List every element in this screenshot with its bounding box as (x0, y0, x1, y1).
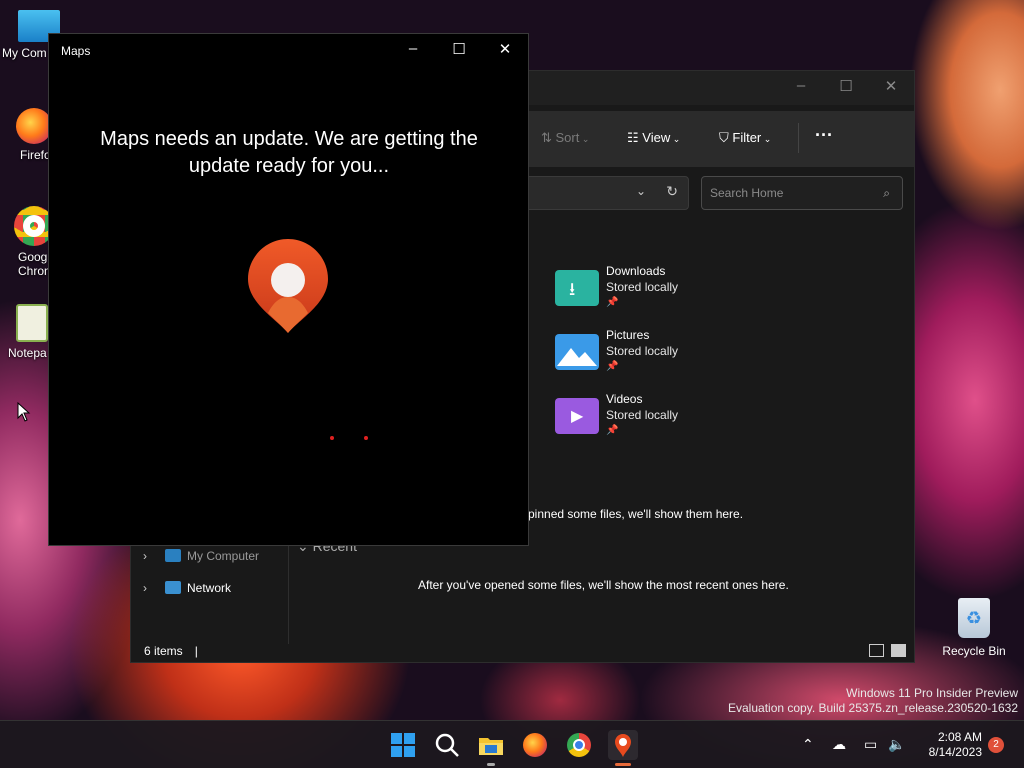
explorer-running-indicator (487, 763, 495, 766)
filter-button[interactable]: ⛉ Filter ⌄ (719, 130, 771, 146)
taskbar-chrome[interactable] (564, 730, 594, 760)
folder-icon (479, 738, 503, 755)
maps-pin-icon (615, 734, 631, 757)
chevron-down-icon[interactable]: ⌄ (636, 184, 646, 198)
cloud-offline-icon[interactable]: ☁ (832, 736, 846, 753)
quick-access-folder-downloads[interactable]: ⭳ Downloads Stored locally 📌 (555, 264, 755, 316)
more-options-button[interactable]: ··· (815, 125, 833, 146)
details-view-icon[interactable] (869, 644, 884, 657)
taskbar-file-explorer[interactable] (476, 730, 506, 760)
taskbar: ⌃ ☁ ▭ 🔈 2:08 AM 8/14/2023 2 (0, 720, 1024, 768)
desktop-icon-recycle-bin[interactable]: ♻ Recycle Bin (938, 598, 1010, 658)
pin-icon: 📌 (606, 297, 619, 308)
toolbar-divider (798, 123, 799, 153)
volume-icon[interactable]: 🔈 (888, 736, 905, 753)
recycle-bin-icon: ♻ (958, 598, 990, 638)
maps-window-title: Maps (61, 44, 91, 58)
maps-pin-logo-icon (248, 239, 328, 333)
pinned-files-message: pinned some files, we'll show them here. (528, 507, 744, 521)
pin-icon: 📌 (606, 425, 619, 436)
taskbar-maps[interactable] (608, 730, 638, 760)
update-message: Maps needs an update. We are getting the… (100, 128, 478, 177)
system-clock[interactable]: 2:08 AM 8/14/2023 (912, 730, 982, 760)
downloads-folder-icon: ⭳ (555, 270, 599, 306)
maps-window: Maps – ☐ ✕ Maps needs an update. We are … (48, 33, 529, 546)
large-icons-view-icon[interactable] (891, 644, 906, 657)
chevron-down-icon: ⌄ (579, 134, 590, 144)
search-icon (435, 733, 459, 757)
mouse-cursor-icon (17, 402, 31, 422)
chrome-icon (567, 733, 591, 757)
search-icon: ⌕ (883, 186, 890, 200)
address-bar[interactable]: ⌄ ↻ (521, 176, 689, 210)
sort-icon: ⇅ (541, 130, 556, 145)
maps-maximize-button[interactable]: ☐ (444, 40, 474, 58)
chevron-down-icon: ⌄ (670, 134, 681, 144)
status-item-count: 6 items | (144, 644, 198, 658)
network-status-icon[interactable]: ▭ (864, 736, 877, 753)
search-input[interactable]: Search Home ⌕ (701, 176, 903, 210)
quick-access-folder-videos[interactable]: ▶ Videos Stored locally 📌 (555, 392, 755, 444)
maps-minimize-button[interactable]: – (398, 40, 428, 57)
nav-item-my-computer[interactable]: › My Computer (143, 549, 259, 563)
notepad-icon (16, 304, 48, 342)
maps-active-indicator (615, 763, 631, 766)
chevron-right-icon[interactable]: › (143, 549, 165, 563)
pictures-folder-icon (555, 334, 599, 370)
clock-date: 8/14/2023 (928, 745, 982, 759)
nav-item-network[interactable]: › Network (143, 581, 231, 595)
taskbar-firefox[interactable] (520, 730, 550, 760)
sort-button[interactable]: ⇅ Sort ⌄ (541, 130, 589, 146)
loading-dot (364, 436, 368, 440)
quick-access-folder-pictures[interactable]: Pictures Stored locally 📌 (555, 328, 755, 380)
computer-icon (165, 549, 181, 562)
start-button[interactable] (388, 730, 418, 760)
search-button[interactable] (432, 730, 462, 760)
windows-logo-icon (391, 733, 415, 757)
maps-close-button[interactable]: ✕ (490, 40, 520, 58)
show-hidden-icons-button[interactable]: ⌃ (802, 736, 814, 753)
firefox-icon (523, 733, 547, 757)
refresh-icon[interactable]: ↻ (666, 183, 678, 200)
notification-badge[interactable]: 2 (988, 737, 1004, 753)
explorer-close-button[interactable]: ✕ (876, 77, 906, 95)
explorer-maximize-button[interactable]: ☐ (831, 77, 861, 95)
chevron-down-icon: ⌄ (761, 134, 772, 144)
view-button[interactable]: ☷ View ⌄ (627, 130, 680, 146)
clock-time: 2:08 AM (937, 730, 982, 744)
view-icon: ☷ (627, 130, 643, 145)
videos-folder-icon: ▶ (555, 398, 599, 434)
filter-icon: ⛉ (719, 130, 733, 145)
pin-icon: 📌 (606, 361, 619, 372)
os-watermark: Windows 11 Pro Insider Preview Evaluatio… (728, 686, 1018, 715)
loading-dot (330, 436, 334, 440)
recycle-bin-label: Recycle Bin (942, 644, 1006, 658)
network-icon (165, 581, 181, 594)
firefox-icon (16, 108, 52, 144)
chevron-right-icon[interactable]: › (143, 581, 165, 595)
explorer-minimize-button[interactable]: – (786, 77, 816, 94)
recent-files-message: After you've opened some files, we'll sh… (418, 578, 789, 592)
